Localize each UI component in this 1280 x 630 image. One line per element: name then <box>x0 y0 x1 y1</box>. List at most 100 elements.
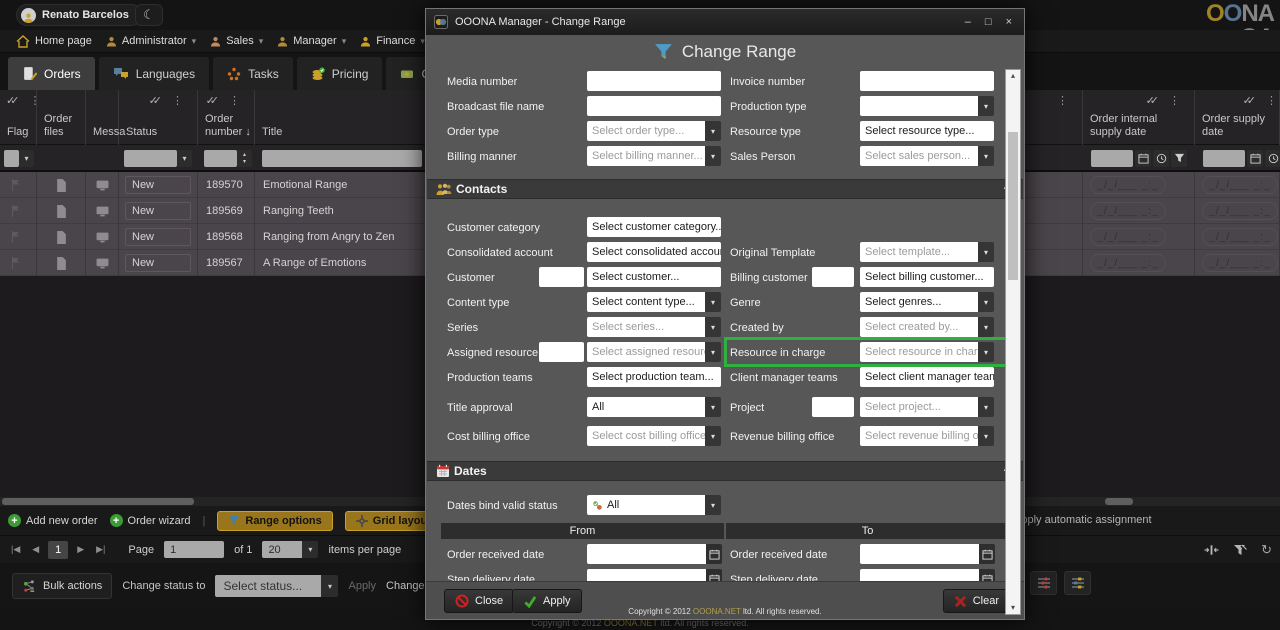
consolidated-account-multiselect[interactable]: Select consolidated accoun... <box>587 242 721 262</box>
tab-tasks[interactable]: Tasks <box>213 57 293 90</box>
flag-icon[interactable] <box>11 205 21 217</box>
internal-supply-date-filter[interactable] <box>1091 150 1187 167</box>
clock-icon[interactable] <box>1265 150 1280 167</box>
last-page-button[interactable]: ▶| <box>93 544 108 555</box>
red-list-icon[interactable] <box>1030 571 1057 595</box>
revenue-billing-office-dropdown[interactable]: Select revenue billing of...▾ <box>860 426 994 446</box>
order-received-date-from-input[interactable] <box>587 544 706 564</box>
created-by-dropdown[interactable]: Select created by...▾ <box>860 317 994 337</box>
minimize-button[interactable]: – <box>965 16 971 28</box>
select-all-icon[interactable]: ✓✓ <box>1243 94 1256 107</box>
scrollbar-thumb[interactable] <box>2 498 194 505</box>
message-icon[interactable] <box>96 180 109 191</box>
nav-finance[interactable]: Finance▾ <box>360 35 425 47</box>
message-icon[interactable] <box>96 206 109 217</box>
spinner-down-icon[interactable]: ▾ <box>243 159 246 166</box>
page-number-input[interactable]: 1 <box>164 541 224 558</box>
column-order-supply-date[interactable]: ✓✓⋮ Order supply date <box>1195 90 1280 145</box>
column-menu-icon[interactable]: ⋮ <box>229 94 240 107</box>
customer-id-input[interactable] <box>539 267 584 287</box>
order-files-icon[interactable] <box>56 257 67 270</box>
calendar-icon[interactable] <box>706 544 722 564</box>
customer-multiselect[interactable]: Select customer... <box>587 267 721 287</box>
dialog-scrollbar[interactable]: ▴ ▾ <box>1005 69 1021 615</box>
select-all-icon[interactable]: ✓✓ <box>206 94 219 107</box>
content-type-dropdown[interactable]: Select content type...▾ <box>587 292 721 312</box>
sales-person-dropdown[interactable]: Select sales person...▾ <box>860 146 994 166</box>
order-files-icon[interactable] <box>56 205 67 218</box>
flag-icon[interactable] <box>11 231 21 243</box>
order-files-icon[interactable] <box>56 179 67 192</box>
billing-customer-multiselect[interactable]: Select billing customer... <box>860 267 994 287</box>
column-menu-icon[interactable]: ⋮ <box>1057 94 1068 107</box>
refresh-icon[interactable]: ↻ <box>1261 542 1272 558</box>
scroll-up-icon[interactable]: ▴ <box>1011 70 1015 82</box>
broadcast-file-name-input[interactable] <box>587 96 721 116</box>
client-manager-teams-multiselect[interactable]: Select client manager team... <box>860 367 994 387</box>
column-order-number[interactable]: ✓✓⋮ Order number ↓ <box>198 90 255 145</box>
select-all-icon[interactable]: ✓✓ <box>149 94 162 107</box>
project-id-input[interactable] <box>812 397 854 417</box>
message-icon[interactable] <box>96 258 109 269</box>
column-menu-icon[interactable]: ⋮ <box>172 94 183 107</box>
project-dropdown[interactable]: Select project...▾ <box>860 397 994 417</box>
maximize-button[interactable]: □ <box>985 16 992 28</box>
customer-category-multiselect[interactable]: Select customer category... <box>587 217 721 237</box>
column-flag[interactable]: ✓✓⋮ Flag <box>0 90 37 145</box>
select-all-icon[interactable]: ✓✓ <box>1146 94 1159 107</box>
status-filter-dropdown[interactable]: ▾ <box>124 150 192 167</box>
fit-columns-icon[interactable] <box>1204 544 1219 556</box>
flag-filter-dropdown[interactable]: ▾ <box>4 150 34 167</box>
flag-icon[interactable] <box>11 179 21 191</box>
production-teams-multiselect[interactable]: Select production team... <box>587 367 721 387</box>
select-all-icon[interactable]: ✓✓ <box>6 94 19 107</box>
first-page-button[interactable]: |◀ <box>8 544 23 555</box>
invoice-number-input[interactable] <box>860 71 994 91</box>
dates-section-header[interactable]: Dates ^ <box>427 461 1023 481</box>
dialog-titlebar[interactable]: OOONA Manager - Change Range – □ × <box>426 9 1024 35</box>
close-window-button[interactable]: × <box>1006 16 1012 28</box>
billing-manner-dropdown[interactable]: Select billing manner...▾ <box>587 146 721 166</box>
bulk-actions-button[interactable]: Bulk actions <box>12 573 112 599</box>
current-page-button[interactable]: 1 <box>48 541 68 559</box>
nav-manager[interactable]: Manager▾ <box>277 35 346 47</box>
scroll-down-icon[interactable]: ▾ <box>1011 602 1015 614</box>
calendar-icon[interactable] <box>1247 150 1263 167</box>
column-menu-icon[interactable]: ⋮ <box>1169 94 1180 107</box>
production-type-dropdown[interactable]: ▾ <box>860 96 994 116</box>
column-order-internal-supply-date[interactable]: ✓✓⋮ Order internal supply date <box>1083 90 1195 145</box>
calendar-icon[interactable] <box>1135 150 1151 167</box>
column-order-files[interactable]: Order files <box>37 90 86 145</box>
theme-toggle-button[interactable]: ☾ <box>135 4 163 26</box>
assigned-resource-dropdown[interactable]: Select assigned resourc...▾ <box>587 342 721 362</box>
prev-page-button[interactable]: ◀ <box>29 544 42 555</box>
tab-pricing[interactable]: Pricing <box>297 57 383 90</box>
original-template-dropdown[interactable]: Select template...▾ <box>860 242 994 262</box>
column-extra[interactable]: ⋮ <box>1025 90 1083 145</box>
filter-icon[interactable] <box>1171 150 1187 167</box>
clear-filter-icon[interactable] <box>1233 544 1247 557</box>
clock-icon[interactable] <box>1153 150 1169 167</box>
supply-date-filter[interactable] <box>1203 150 1280 167</box>
step-delivery-date-to-input[interactable] <box>860 569 979 581</box>
assigned-resource-id-input[interactable] <box>539 342 584 362</box>
cost-billing-office-dropdown[interactable]: Select cost billing office...▾ <box>587 426 721 446</box>
resource-type-multiselect[interactable]: Select resource type... <box>860 121 994 141</box>
add-new-order-button[interactable]: + Add new order <box>8 514 98 527</box>
page-size-dropdown[interactable]: 20 ▾ <box>262 541 318 558</box>
nav-home[interactable]: Home page <box>16 35 92 48</box>
dates-bind-valid-status-dropdown[interactable]: All ▾ <box>587 495 721 515</box>
scrollbar-thumb[interactable] <box>1105 498 1133 505</box>
order-wizard-button[interactable]: + Order wizard <box>110 514 191 527</box>
calendar-icon[interactable] <box>979 569 995 581</box>
scrollbar-thumb[interactable] <box>1008 132 1018 280</box>
contacts-section-header[interactable]: Contacts ^ <box>427 179 1023 199</box>
media-number-input[interactable] <box>587 71 721 91</box>
calendar-icon[interactable] <box>706 569 722 581</box>
column-menu-icon[interactable]: ⋮ <box>1266 94 1277 107</box>
genre-dropdown[interactable]: Select genres...▾ <box>860 292 994 312</box>
tab-languages[interactable]: Languages <box>99 57 209 90</box>
column-status[interactable]: ✓✓⋮ Status <box>119 90 198 145</box>
order-type-dropdown[interactable]: Select order type...▾ <box>587 121 721 141</box>
calendar-icon[interactable] <box>979 544 995 564</box>
